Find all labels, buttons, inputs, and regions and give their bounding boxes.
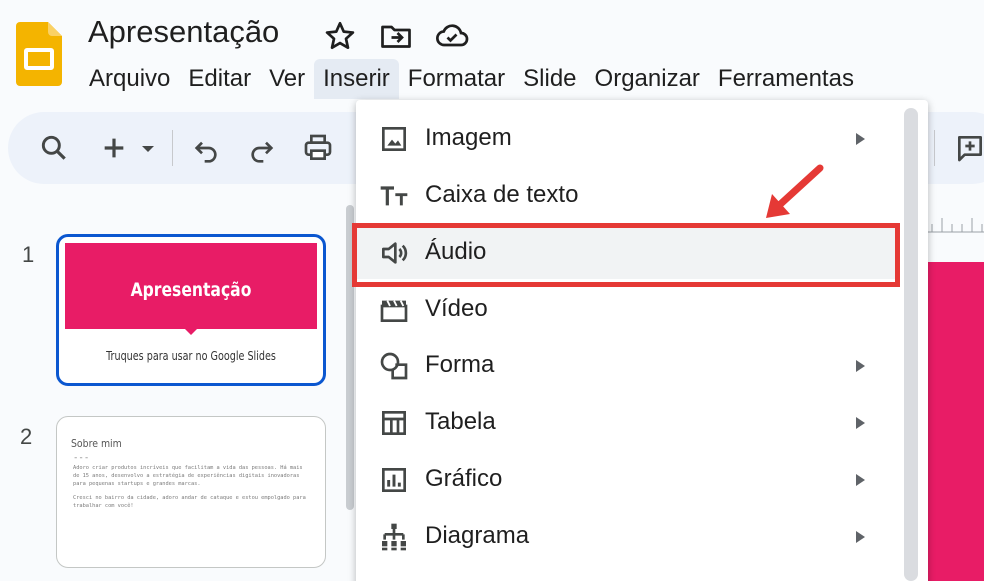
- new-slide-dropdown-icon[interactable]: [136, 132, 160, 164]
- menu-item-label: Diagrama: [425, 522, 530, 549]
- menu-item-label: Caixa de texto: [425, 181, 579, 208]
- menu-item-tabela[interactable]: Tabela: [356, 397, 896, 449]
- menu-formatar[interactable]: Formatar: [399, 59, 514, 99]
- slide-number: 1: [22, 242, 35, 267]
- table-icon: [378, 407, 410, 439]
- menu-item-imagem[interactable]: Imagem: [356, 113, 896, 165]
- menu-item-diagrama[interactable]: Diagrama: [356, 511, 896, 563]
- slides-logo-icon[interactable]: [16, 22, 62, 86]
- thumbnail-subtitle: Truques para usar no Google Slides: [106, 349, 276, 363]
- chart-icon: [378, 464, 410, 496]
- diagram-icon: [378, 521, 410, 553]
- slide-canvas[interactable]: [924, 262, 984, 581]
- menu-bar: Arquivo Editar Ver Inserir Formatar Slid…: [80, 58, 863, 100]
- toolbar-divider: [934, 130, 935, 166]
- thumbnail-body: Adoro criar produtos incríveis que facil…: [73, 464, 309, 516]
- print-icon[interactable]: [302, 132, 334, 164]
- menu-item-label: Imagem: [425, 124, 512, 151]
- menu-ferramentas[interactable]: Ferramentas: [709, 59, 863, 99]
- add-comment-icon[interactable]: [954, 132, 984, 164]
- thumbnail-separator: ---: [73, 453, 90, 463]
- thumbnail-title: Apresentação: [130, 279, 252, 301]
- annotation-highlight-box: [352, 223, 900, 287]
- submenu-arrow-icon: [852, 129, 870, 149]
- menu-item-label: Vídeo: [425, 295, 488, 322]
- menu-slide[interactable]: Slide: [514, 59, 585, 99]
- submenu-arrow-icon: [852, 413, 870, 433]
- menu-item-forma[interactable]: Forma: [356, 340, 896, 392]
- menu-organizar[interactable]: Organizar: [586, 59, 709, 99]
- cloud-saved-icon[interactable]: [434, 18, 470, 54]
- menu-item-label: Gráfico: [425, 465, 503, 492]
- submenu-arrow-icon: [852, 527, 870, 547]
- star-icon[interactable]: [322, 18, 358, 54]
- document-title[interactable]: Apresentação: [88, 14, 279, 50]
- menu-item-label: Forma: [425, 351, 495, 378]
- menu-item-video[interactable]: Vídeo: [356, 284, 896, 336]
- thumbnail-paragraph: Adoro criar produtos incríveis que facil…: [73, 465, 303, 487]
- menu-editar[interactable]: Editar: [179, 59, 260, 99]
- redo-icon[interactable]: [246, 132, 278, 164]
- thumbnail-notch: [183, 327, 199, 335]
- shape-icon: [378, 350, 410, 382]
- slide-thumbnail-2[interactable]: Sobre mim --- Adoro criar produtos incrí…: [56, 416, 326, 568]
- video-icon: [378, 294, 410, 326]
- annotation-arrow-icon: [760, 162, 828, 224]
- menu-inserir[interactable]: Inserir: [314, 59, 399, 99]
- new-slide-icon[interactable]: [98, 132, 130, 164]
- undo-icon[interactable]: [190, 132, 222, 164]
- menu-scrollbar[interactable]: [904, 108, 918, 581]
- image-icon: [378, 123, 410, 155]
- move-to-folder-icon[interactable]: [378, 18, 414, 54]
- text-box-icon: [378, 180, 410, 212]
- submenu-arrow-icon: [852, 356, 870, 376]
- thumbnail-title: Sobre mim: [71, 437, 122, 450]
- toolbar-divider: [172, 130, 173, 166]
- slide-thumbnail-1[interactable]: Apresentação Truques para usar no Google…: [56, 234, 326, 386]
- ruler: [928, 212, 984, 234]
- menu-arquivo[interactable]: Arquivo: [80, 59, 179, 99]
- slide-number: 2: [20, 424, 33, 449]
- submenu-arrow-icon: [852, 470, 870, 490]
- menu-item-grafico[interactable]: Gráfico: [356, 454, 896, 506]
- thumbnail-paragraph: Cresci no bairro da cidade, adoro andar …: [73, 495, 306, 509]
- menu-ver[interactable]: Ver: [260, 59, 314, 99]
- search-icon[interactable]: [38, 132, 70, 164]
- menu-item-label: Tabela: [425, 408, 496, 435]
